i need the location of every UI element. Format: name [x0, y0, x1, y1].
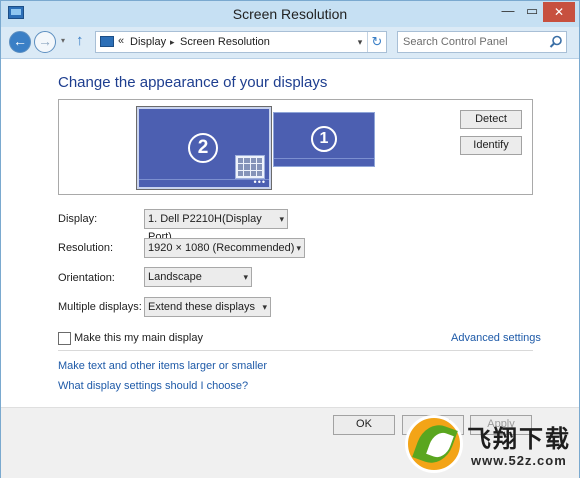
detect-button[interactable]: Detect — [460, 110, 522, 129]
chevron-down-icon: ▾ — [279, 214, 284, 224]
search-icon[interactable] — [548, 34, 564, 50]
breadcrumb-display[interactable]: Display — [130, 36, 166, 48]
watermark-brand: 飞翔下载 — [467, 425, 571, 453]
watermark-logo-icon — [405, 415, 463, 473]
display-settings-help-link[interactable]: What display settings should I choose? — [58, 380, 248, 392]
overflow-chevron-icon[interactable]: « — [118, 35, 124, 47]
chevron-down-icon: ▾ — [262, 302, 267, 312]
ok-button[interactable]: OK — [333, 415, 395, 435]
orientation-label: Orientation: — [58, 272, 115, 284]
address-bar[interactable]: « Display ▸ Screen Resolution ▾ ↻ — [95, 31, 387, 53]
close-button[interactable]: ✕ — [543, 2, 575, 22]
watermark: 飞翔下载 www.52z.com — [399, 415, 579, 475]
resolution-select-value: 1920 × 1080 (Recommended) — [148, 242, 295, 254]
display-grid-icon — [235, 155, 265, 179]
monitor-1[interactable]: 1 — [273, 112, 375, 167]
watermark-url: www.52z.com — [471, 453, 567, 468]
page-heading: Change the appearance of your displays — [58, 74, 328, 91]
address-dropdown-icon[interactable]: ▾ — [354, 32, 366, 52]
search-input[interactable] — [403, 34, 543, 50]
multiple-displays-label: Multiple displays: — [58, 301, 142, 313]
multiple-displays-select[interactable]: Extend these displays ▾ — [144, 297, 271, 317]
window-title: Screen Resolution — [232, 6, 348, 22]
back-button[interactable]: ← — [9, 31, 31, 53]
resolution-select[interactable]: 1920 × 1080 (Recommended) ▾ — [144, 238, 305, 258]
main-display-checkbox[interactable] — [58, 332, 71, 345]
chevron-down-icon: ▾ — [296, 243, 301, 253]
resize-dots-icon: ••• — [253, 177, 266, 187]
control-panel-icon — [100, 36, 114, 47]
identify-button[interactable]: Identify — [460, 136, 522, 155]
orientation-select[interactable]: Landscape ▾ — [144, 267, 252, 287]
search-box[interactable] — [397, 31, 567, 53]
divider — [58, 350, 533, 351]
minimize-button[interactable]: — — [496, 2, 520, 22]
resolution-label: Resolution: — [58, 242, 114, 254]
monitor-number: 2 — [188, 133, 218, 163]
navigation-bar: ← → ▾ ↑ « Display ▸ Screen Resolution ▾ … — [1, 27, 579, 59]
display-select[interactable]: 1. Dell P2210H(Display Port) ▾ — [144, 209, 288, 243]
forward-button[interactable]: → — [34, 31, 56, 53]
title-bar: Screen Resolution — ▭ ✕ — [1, 1, 579, 27]
orientation-select-value: Landscape — [148, 271, 202, 283]
main-display-label[interactable]: Make this my main display — [74, 332, 203, 344]
monitor-2[interactable]: 2 ••• — [136, 106, 272, 190]
chevron-down-icon: ▾ — [243, 272, 248, 282]
breadcrumb-screen-resolution[interactable]: Screen Resolution — [180, 36, 270, 48]
recent-pages-dropdown-icon[interactable]: ▾ — [61, 36, 65, 45]
refresh-icon[interactable]: ↻ — [367, 32, 386, 52]
maximize-button[interactable]: ▭ — [520, 2, 544, 22]
text-size-link[interactable]: Make text and other items larger or smal… — [58, 360, 267, 372]
display-label: Display: — [58, 213, 98, 225]
breadcrumb-separator-icon[interactable]: ▸ — [170, 37, 175, 48]
multiple-displays-select-value: Extend these displays — [148, 301, 256, 313]
screen-resolution-window: Screen Resolution — ▭ ✕ ← → ▾ ↑ « Displa… — [0, 0, 580, 478]
monitor-number: 1 — [311, 126, 337, 152]
up-button[interactable]: ↑ — [76, 32, 84, 49]
advanced-settings-link[interactable]: Advanced settings — [451, 332, 541, 344]
